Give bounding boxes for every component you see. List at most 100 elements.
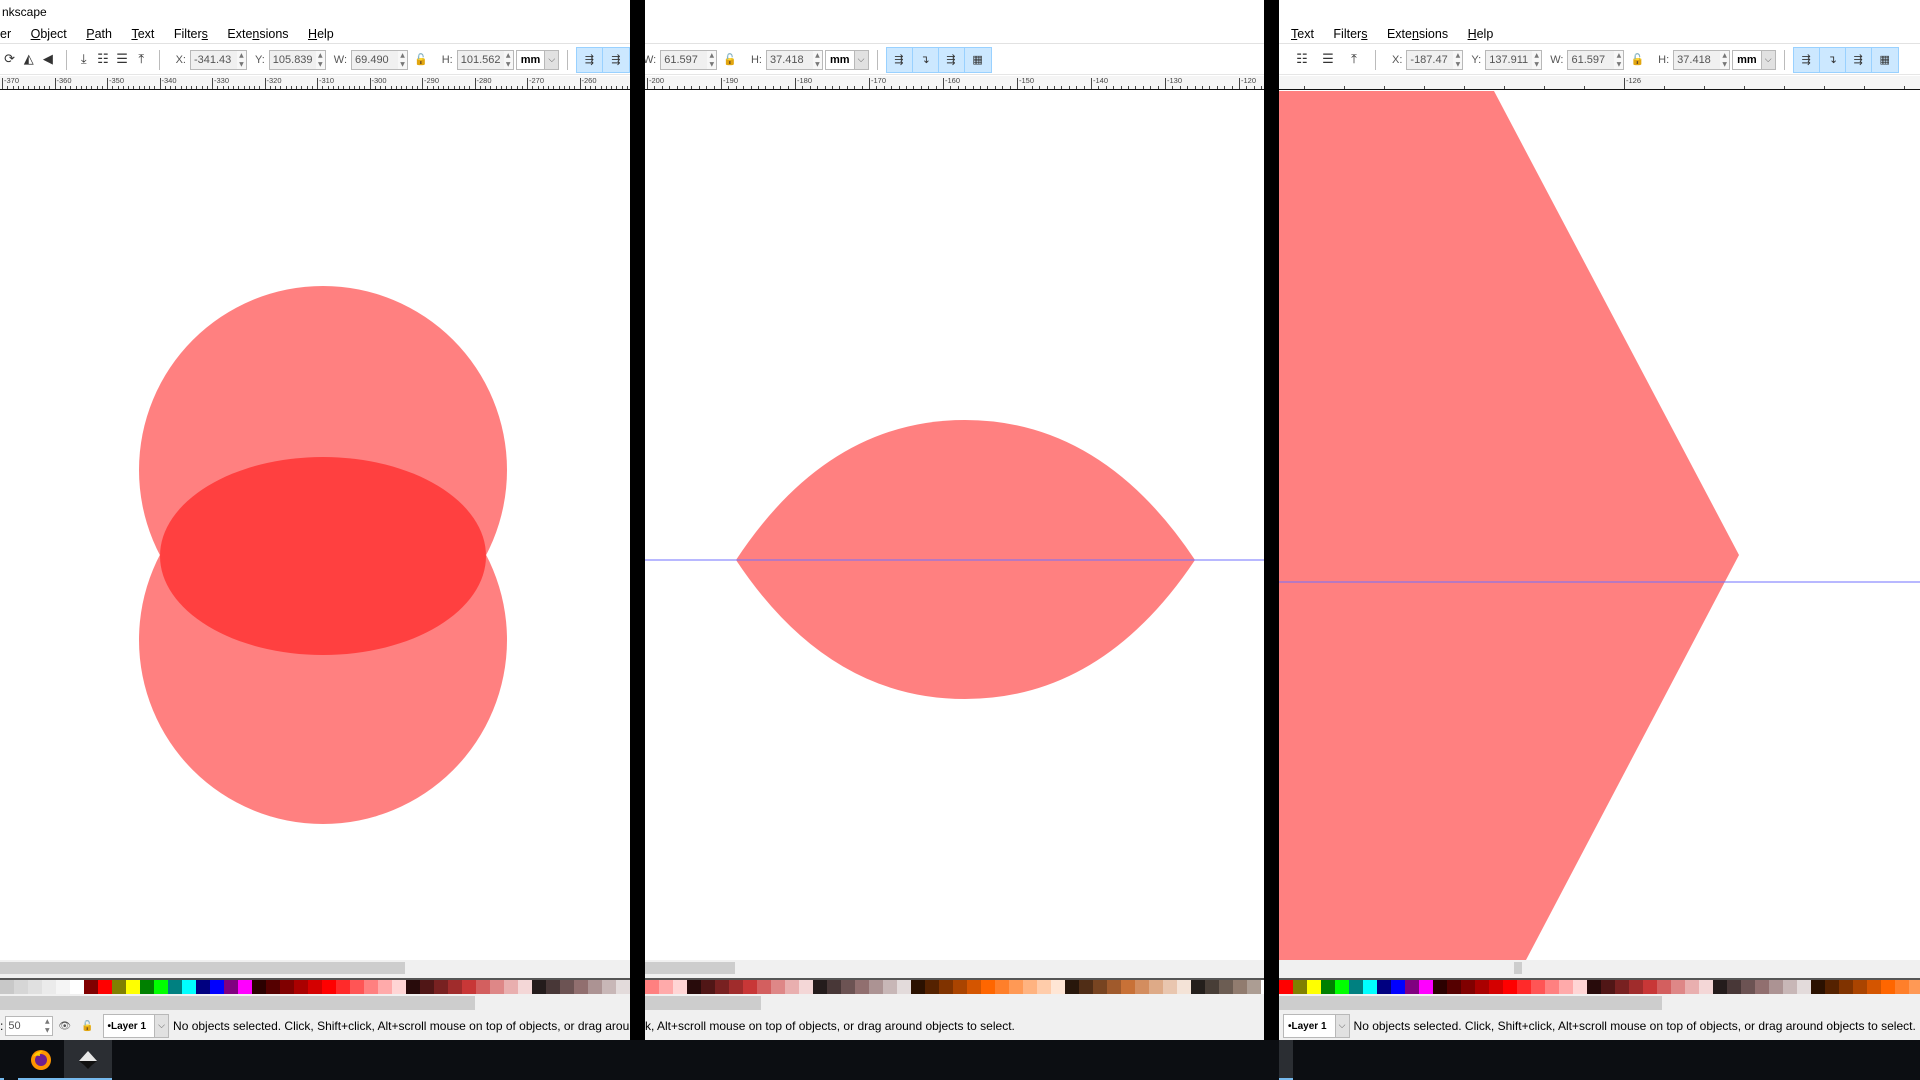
color-swatch[interactable] (1713, 980, 1727, 994)
y-field[interactable]: ▲▼ (1485, 49, 1543, 70)
w-field[interactable]: ▲▼ (1567, 49, 1625, 70)
h-spinner[interactable]: ▲ ▼ (1720, 50, 1730, 69)
color-swatch[interactable] (1419, 980, 1433, 994)
overlap-ellipse[interactable] (160, 457, 486, 655)
color-swatch[interactable] (154, 980, 168, 994)
chevron-down-icon[interactable]: ⌵ (1334, 1015, 1349, 1037)
menu-filters[interactable]: Filters (1333, 24, 1367, 44)
color-swatch[interactable] (462, 980, 476, 994)
color-swatch[interactable] (350, 980, 364, 994)
color-swatch[interactable] (252, 980, 266, 994)
color-swatch[interactable] (1079, 980, 1093, 994)
horizontal-ruler[interactable]: -126 (1279, 76, 1920, 90)
color-swatch[interactable] (1615, 980, 1629, 994)
palette-scroll-thumb[interactable] (645, 996, 761, 1010)
color-swatch[interactable] (1601, 980, 1615, 994)
menu-text[interactable]: Text (131, 24, 154, 44)
color-swatch[interactable] (84, 980, 98, 994)
color-swatch[interactable] (420, 980, 434, 994)
color-swatch[interactable] (1135, 980, 1149, 994)
color-swatch[interactable] (378, 980, 392, 994)
color-swatch[interactable] (1671, 980, 1685, 994)
color-swatch[interactable] (182, 980, 196, 994)
color-swatch[interactable] (1629, 980, 1643, 994)
color-palette[interactable] (0, 978, 630, 994)
color-swatch[interactable] (1391, 980, 1405, 994)
y-input[interactable] (269, 50, 316, 69)
color-swatch[interactable] (560, 980, 574, 994)
color-swatch[interactable] (364, 980, 378, 994)
horizontal-ruler[interactable]: -200 -190 -180 -170 -160 -150 -140 -130 -120 (645, 76, 1264, 90)
menu-help[interactable]: Help (308, 24, 334, 44)
taskbar-inkscape[interactable] (64, 1040, 112, 1080)
color-swatch[interactable] (112, 980, 126, 994)
color-swatch[interactable] (588, 980, 602, 994)
color-swatch[interactable] (1233, 980, 1247, 994)
color-swatch[interactable] (1037, 980, 1051, 994)
palette-scroll-thumb[interactable] (0, 996, 475, 1010)
y-field[interactable]: ▲▼ (268, 49, 326, 70)
color-swatch[interactable] (1149, 980, 1163, 994)
color-swatch[interactable] (266, 980, 280, 994)
color-swatch[interactable] (42, 980, 56, 994)
color-swatch[interactable] (1573, 980, 1587, 994)
chevron-down-icon[interactable]: ⌵ (853, 50, 868, 69)
horizontal-scrollbar[interactable] (1279, 960, 1920, 978)
color-swatch[interactable] (490, 980, 504, 994)
color-swatch[interactable] (715, 980, 729, 994)
color-swatch[interactable] (1895, 980, 1909, 994)
color-swatch[interactable] (1177, 980, 1191, 994)
palette-scrollbar[interactable] (1279, 994, 1920, 1012)
color-swatch[interactable] (883, 980, 897, 994)
x-field[interactable]: ▲▼ (1406, 49, 1464, 70)
scroll-thumb[interactable] (0, 962, 405, 974)
color-swatch[interactable] (168, 980, 182, 994)
color-palette[interactable] (1279, 978, 1920, 994)
color-swatch[interactable] (1093, 980, 1107, 994)
color-swatch[interactable] (1797, 980, 1811, 994)
canvas[interactable] (0, 91, 630, 960)
raise-to-top-icon[interactable]: ⤒ (134, 49, 149, 71)
color-swatch[interactable] (1755, 980, 1769, 994)
color-swatch[interactable] (1825, 980, 1839, 994)
move-patterns-icon[interactable]: ▦ (965, 48, 991, 72)
color-swatch[interactable] (14, 980, 28, 994)
h-input[interactable] (1674, 50, 1721, 69)
color-swatch[interactable] (1293, 980, 1307, 994)
lock-icon[interactable]: 🔓 (1630, 53, 1644, 66)
w-field[interactable]: ▲▼ (660, 49, 718, 70)
color-palette[interactable] (645, 978, 1264, 994)
color-swatch[interactable] (1853, 980, 1867, 994)
color-swatch[interactable] (602, 980, 616, 994)
color-swatch[interactable] (1279, 980, 1293, 994)
color-swatch[interactable] (1065, 980, 1079, 994)
chevron-down-icon[interactable]: ⌵ (544, 50, 559, 69)
zoom-input[interactable] (6, 1017, 43, 1035)
color-swatch[interactable] (224, 980, 238, 994)
w-spinner[interactable]: ▲ ▼ (707, 50, 717, 69)
rotate-icon[interactable]: ⟳ (2, 49, 17, 71)
color-swatch[interactable] (28, 980, 42, 994)
color-swatch[interactable] (1503, 980, 1517, 994)
color-swatch[interactable] (98, 980, 112, 994)
color-swatch[interactable] (518, 980, 532, 994)
h-spinner[interactable]: ▲ ▼ (503, 50, 513, 69)
color-swatch[interactable] (687, 980, 701, 994)
layer-select[interactable]: •Layer 1 ⌵ (102, 1014, 170, 1038)
scale-stroke-icon[interactable]: ⇶ (577, 47, 603, 72)
lock-icon[interactable]: 🔓 (414, 53, 428, 66)
color-swatch[interactable] (1163, 980, 1177, 994)
color-swatch[interactable] (1349, 980, 1363, 994)
w-input[interactable] (352, 50, 399, 69)
scroll-thumb[interactable] (645, 962, 735, 974)
color-swatch[interactable] (1321, 980, 1335, 994)
color-swatch[interactable] (308, 980, 322, 994)
color-swatch[interactable] (799, 980, 813, 994)
color-swatch[interactable] (140, 980, 154, 994)
canvas[interactable] (645, 91, 1264, 960)
color-swatch[interactable] (196, 980, 210, 994)
color-swatch[interactable] (771, 980, 785, 994)
color-swatch[interactable] (967, 980, 981, 994)
color-swatch[interactable] (1559, 980, 1573, 994)
flip-horizontal-icon[interactable]: ◭ (21, 49, 36, 71)
